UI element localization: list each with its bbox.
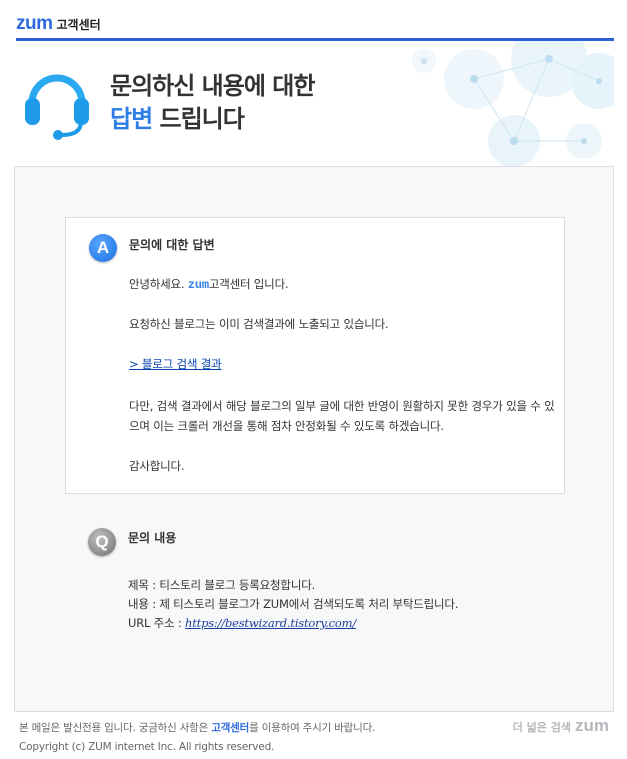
hero-title-line2: 답변 드립니다 xyxy=(110,103,314,136)
footer-notice-pre: 본 메일은 발신전용 입니다. 궁금하신 사항은 xyxy=(19,722,212,734)
footer-notice: 본 메일은 발신전용 입니다. 궁금하신 사항은 고객센터를 이용하여 주시기 … xyxy=(19,719,375,738)
greeting-brand: zum xyxy=(187,278,209,292)
zum-logo[interactable]: zum 고객센터 xyxy=(16,13,101,35)
blog-search-result-link[interactable]: > 블로그 검색 결과 xyxy=(129,354,222,374)
logo-subtitle: 고객센터 xyxy=(56,18,101,32)
greeting-pre: 안녕하세요. xyxy=(129,277,188,291)
headset-icon xyxy=(25,74,89,140)
question-badge-icon: Q xyxy=(88,528,116,556)
answer-badge-icon: A xyxy=(89,234,117,262)
answer-title: 문의에 대한 답변 xyxy=(129,238,215,252)
hero-title-line1: 문의하신 내용에 대한 xyxy=(110,72,315,100)
footer-cs-link[interactable]: 고객센터 xyxy=(211,722,249,734)
inquiry-content: 내용 : 제 티스토리 블로그가 ZUM에서 검색되도록 처리 부탁드립니다. xyxy=(128,597,459,611)
footer-notice-post: 를 이용하여 주시기 바랍니다. xyxy=(249,722,376,734)
greeting-post: 고객센터 입니다. xyxy=(208,277,289,291)
inquiry-subject: 제목 : 티스토리 블로그 등록요청합니다. xyxy=(128,578,316,592)
content-panel: A 문의에 대한 답변 안녕하세요. zum고객센터 입니다. 요청하신 블로그… xyxy=(14,166,614,712)
notice-text: 다만, 검색 결과에서 해당 블로그의 일부 글에 대한 반영이 원활하지 못한… xyxy=(129,399,555,433)
inquiry-url-row: URL 주소 : https://bestwizard.tistory.com/ xyxy=(128,614,458,633)
inquiry-details: 제목 : 티스토리 블로그 등록요청합니다. 내용 : 제 티스토리 블로그가 … xyxy=(128,576,458,633)
thanks-text: 감사합니다. xyxy=(129,459,185,473)
logo-text: zum xyxy=(16,13,53,34)
hero-title-highlight: 답변 xyxy=(110,105,153,133)
inquiry-title: 문의 내용 xyxy=(128,531,177,545)
inquiry-url-link[interactable]: https://bestwizard.tistory.com/ xyxy=(185,616,356,630)
answer-box: A 문의에 대한 답변 안녕하세요. zum고객센터 입니다. 요청하신 블로그… xyxy=(65,217,565,494)
decorative-bubbles xyxy=(412,41,614,166)
inquiry-url-label: URL 주소 : xyxy=(128,616,186,630)
footer-brand: 더 넓은 검색 zum xyxy=(513,716,609,736)
hero-banner: 문의하신 내용에 대한 답변 드립니다 xyxy=(16,41,614,166)
hero-title-rest: 드립니다 xyxy=(152,105,245,133)
top-header: zum 고객센터 xyxy=(16,9,614,41)
footer-brand-tagline: 더 넓은 검색 xyxy=(512,721,571,734)
footer-copyright: Copyright (c) ZUM internet Inc. All righ… xyxy=(19,741,275,753)
indexed-text: 요청하신 블로그는 이미 검색결과에 노출되고 있습니다. xyxy=(129,317,389,331)
blog-search-result-link-label[interactable]: > 블로그 검색 결과 xyxy=(129,357,222,371)
greeting-text: 안녕하세요. zum고객센터 입니다. xyxy=(129,274,289,295)
hero-title: 문의하신 내용에 대한 답변 드립니다 xyxy=(110,70,315,136)
footer: 본 메일은 발신전용 입니다. 궁금하신 사항은 고객센터를 이용하여 주시기 … xyxy=(19,719,375,757)
footer-brand-logo[interactable]: zum xyxy=(575,716,609,736)
